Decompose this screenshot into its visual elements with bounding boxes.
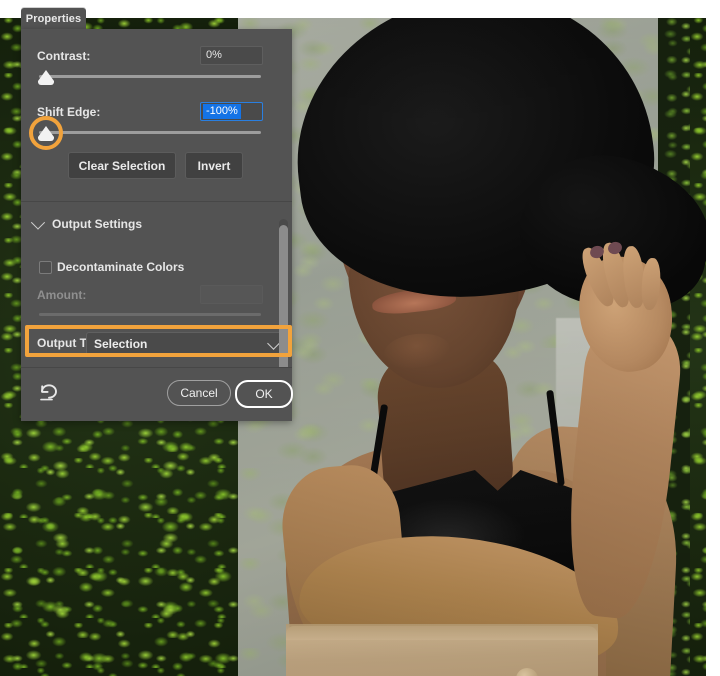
output-settings-title: Output Settings xyxy=(52,217,142,231)
clear-selection-label: Clear Selection xyxy=(79,159,166,173)
output-to-highlight xyxy=(25,325,292,357)
contrast-label: Contrast: xyxy=(37,49,90,63)
shift-edge-value: -100% xyxy=(203,104,241,119)
amount-slider-track xyxy=(39,313,261,316)
amount-label: Amount: xyxy=(37,288,86,302)
panel-footer: Cancel OK xyxy=(21,368,292,421)
chevron-down-icon xyxy=(31,216,45,230)
contrast-slider-track[interactable] xyxy=(39,75,261,78)
shift-edge-input[interactable]: -100% xyxy=(200,102,263,121)
panel-divider-1 xyxy=(21,201,292,202)
decontaminate-colors-label: Decontaminate Colors xyxy=(57,260,184,274)
properties-tab-label: Properties xyxy=(26,13,81,25)
decontaminate-colors-checkbox[interactable] xyxy=(39,261,52,274)
invert-button[interactable]: Invert xyxy=(185,152,243,179)
screenshot-root: Properties Contrast: 0% Shift Edge: -100… xyxy=(0,0,720,676)
ok-button[interactable]: OK xyxy=(235,380,293,408)
properties-panel: Contrast: 0% Shift Edge: -100% Clear Sel… xyxy=(21,29,292,421)
shift-edge-slider-highlight xyxy=(29,116,63,150)
reset-arrow-icon[interactable] xyxy=(38,380,60,402)
contrast-value: 0% xyxy=(201,48,227,63)
output-settings-header[interactable]: Output Settings xyxy=(33,217,142,231)
cancel-label: Cancel xyxy=(180,386,217,400)
invert-label: Invert xyxy=(198,159,231,173)
ok-label: OK xyxy=(255,387,272,401)
cancel-button[interactable]: Cancel xyxy=(167,380,231,406)
properties-panel-tab[interactable]: Properties xyxy=(21,8,86,30)
contrast-input[interactable]: 0% xyxy=(200,46,263,65)
shift-edge-slider-track[interactable] xyxy=(39,131,261,134)
contrast-slider-thumb-base xyxy=(38,81,54,85)
trouser-waist-fold xyxy=(286,624,598,640)
clear-selection-button[interactable]: Clear Selection xyxy=(68,152,176,179)
amount-input xyxy=(200,285,263,304)
contrast-slider-thumb[interactable] xyxy=(38,70,54,81)
